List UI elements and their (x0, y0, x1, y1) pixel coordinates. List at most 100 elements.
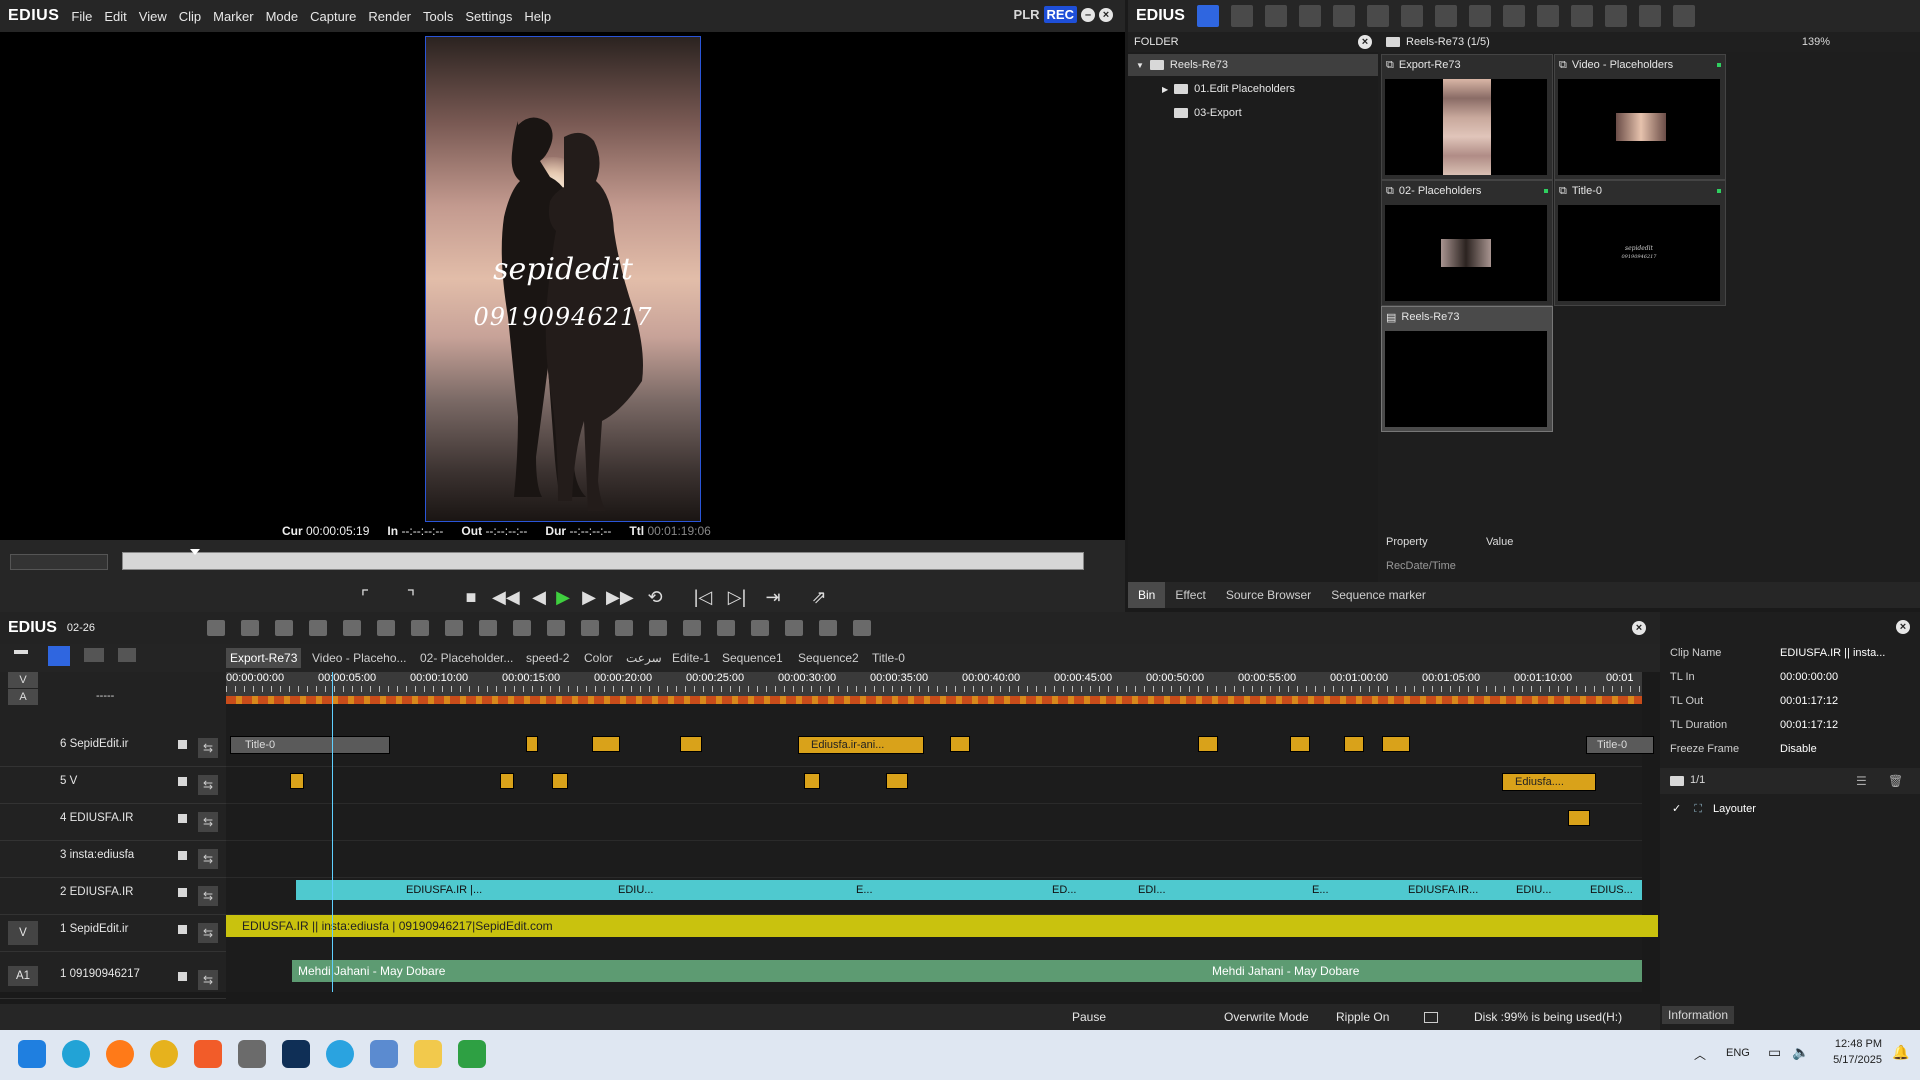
menu-clip[interactable]: Clip (179, 9, 201, 24)
app-icon[interactable] (370, 1040, 398, 1068)
chrome-icon[interactable] (150, 1040, 178, 1068)
clip-title-0[interactable]: ⧉ Title-0 sepidedit 09190946217 (1554, 180, 1726, 306)
title-icon[interactable] (649, 620, 668, 636)
track-header-3[interactable]: 3 insta:ediusfa ⇆ (0, 841, 226, 878)
export-icon[interactable]: ⇗ (806, 584, 832, 610)
check-icon[interactable]: ✓ (1672, 803, 1681, 815)
minimize-icon[interactable]: – (1081, 7, 1095, 22)
tab-sequence-marker[interactable]: Sequence marker (1321, 582, 1436, 608)
track-visibility-icon[interactable] (178, 888, 187, 897)
menu-mode[interactable]: Mode (266, 9, 299, 24)
plr-button[interactable]: PLR (1014, 7, 1040, 22)
undo-icon[interactable] (513, 620, 532, 636)
menu-file[interactable]: File (71, 9, 92, 24)
transition-icon[interactable] (615, 620, 634, 636)
edius-taskbar-icon[interactable] (458, 1040, 486, 1068)
close-icon[interactable]: × (1099, 7, 1113, 22)
seq-tab-02-placeholders[interactable]: 02- Placeholder... (416, 648, 517, 668)
track-visibility-icon[interactable] (178, 740, 187, 749)
show-player-icon[interactable] (1502, 5, 1525, 27)
grid-icon[interactable] (751, 620, 770, 636)
clip-marker[interactable] (1198, 736, 1218, 752)
volume-icon[interactable]: 🔈 (1792, 1044, 1809, 1061)
track-header-4[interactable]: 4 EDIUSFA.IR ⇆ (0, 804, 226, 841)
replace-clip-icon[interactable] (411, 620, 430, 636)
mixer-icon[interactable] (785, 620, 804, 636)
track-sync-icon[interactable]: ⇆ (198, 886, 218, 906)
clock-date[interactable]: 5/17/2025 (1822, 1054, 1882, 1066)
tab-effect[interactable]: Effect (1165, 582, 1215, 608)
clip-export-re73[interactable]: ⧉ Export-Re73 (1381, 54, 1553, 180)
notification-icon[interactable]: 🔔 (1892, 1044, 1909, 1061)
edge-icon[interactable] (62, 1040, 90, 1068)
paste-clip-icon[interactable] (377, 620, 396, 636)
add-to-timeline-icon[interactable] (1536, 5, 1559, 27)
zoom-slider[interactable] (10, 554, 108, 570)
clip-marker[interactable] (592, 736, 620, 752)
brave-icon[interactable] (194, 1040, 222, 1068)
rewind-icon[interactable]: ◀◀ (492, 584, 520, 610)
clip-video-placeholders[interactable]: ⧉ Video - Placeholders (1554, 54, 1726, 180)
fast-forward-icon[interactable]: ▶▶ (606, 584, 634, 610)
timeline-close-icon[interactable]: × (1632, 621, 1646, 635)
track-visibility-icon[interactable] (178, 851, 187, 860)
clip-marker[interactable] (552, 773, 568, 789)
seq-tab-title-0[interactable]: Title-0 (868, 648, 909, 668)
safe-area-icon[interactable] (819, 620, 838, 636)
insert-icon[interactable]: ⇥ (760, 584, 786, 610)
a1-clip-2[interactable]: Mehdi Jahani - May Dobare (1206, 960, 1642, 982)
folder-root[interactable]: ▼ Reels-Re73 (1128, 54, 1378, 76)
folder-export[interactable]: 03-Export (1128, 102, 1378, 124)
track2-clips[interactable]: EDIUSFA.IR |... EDIU... E... ED... EDI..… (296, 880, 1642, 900)
menu-marker[interactable]: Marker (213, 9, 253, 24)
seq-tab-edite-1[interactable]: Edite-1 (668, 648, 714, 668)
cut-clip-icon[interactable] (309, 620, 328, 636)
track-header-5[interactable]: 5 V ⇆ (0, 767, 226, 804)
clip-marker[interactable] (886, 773, 908, 789)
toolbox-icon[interactable] (1672, 5, 1695, 27)
redo-icon[interactable] (547, 620, 566, 636)
tab-source-browser[interactable]: Source Browser (1216, 582, 1321, 608)
export-menu-icon[interactable] (717, 620, 736, 636)
patch-dropdown[interactable]: ----- (96, 690, 114, 702)
step-forward-icon[interactable]: ▶ (576, 584, 602, 610)
track-visibility-icon[interactable] (178, 814, 187, 823)
clip-marker[interactable] (1568, 810, 1590, 826)
snap-icon[interactable] (118, 648, 136, 662)
render-icon[interactable] (683, 620, 702, 636)
menu-tools[interactable]: Tools (423, 9, 453, 24)
start-icon[interactable] (18, 1040, 46, 1068)
copy-icon[interactable] (1434, 5, 1457, 27)
clip-marker[interactable] (804, 773, 820, 789)
menu-edit[interactable]: Edit (104, 9, 126, 24)
delete-icon[interactable] (1570, 5, 1593, 27)
set-out-icon[interactable]: ⌝ (398, 584, 424, 610)
keyboard-icon[interactable] (853, 620, 872, 636)
properties-icon[interactable] (1604, 5, 1627, 27)
track-visibility-icon[interactable] (178, 777, 187, 786)
folder-edit-placeholders[interactable]: ▶ 01.Edit Placeholders (1128, 78, 1378, 100)
clock-time[interactable]: 12:48 PM (1822, 1038, 1882, 1050)
a-toggle[interactable]: A (8, 689, 38, 705)
clip-title-0[interactable]: Title-0 (230, 736, 390, 754)
step-back-icon[interactable]: ◀ (526, 584, 552, 610)
explorer-app-icon[interactable] (238, 1040, 266, 1068)
cut-icon[interactable] (1400, 5, 1423, 27)
track-collapse-icon[interactable] (14, 650, 28, 654)
track-mute-icon[interactable] (178, 972, 187, 981)
ripple-mode-icon[interactable] (48, 646, 70, 666)
menu-settings[interactable]: Settings (465, 9, 512, 24)
folder-view-icon[interactable] (1196, 5, 1219, 27)
rec-button[interactable]: REC (1043, 6, 1077, 23)
tab-bin[interactable]: Bin (1128, 582, 1166, 608)
language-indicator[interactable]: ENG (1726, 1047, 1750, 1059)
clip-marker[interactable] (950, 736, 970, 752)
search-icon[interactable] (1230, 5, 1253, 27)
track-header-v1[interactable]: V 1 SepidEdit.ir ⇆ (0, 915, 226, 952)
seq-tab-sequence1[interactable]: Sequence1 (718, 648, 787, 668)
file-explorer-icon[interactable] (414, 1040, 442, 1068)
folder-close-icon[interactable]: × (1358, 35, 1372, 49)
group-icon[interactable] (479, 620, 498, 636)
photoshop-icon[interactable] (282, 1040, 310, 1068)
track-sync-icon[interactable]: ⇆ (198, 849, 218, 869)
